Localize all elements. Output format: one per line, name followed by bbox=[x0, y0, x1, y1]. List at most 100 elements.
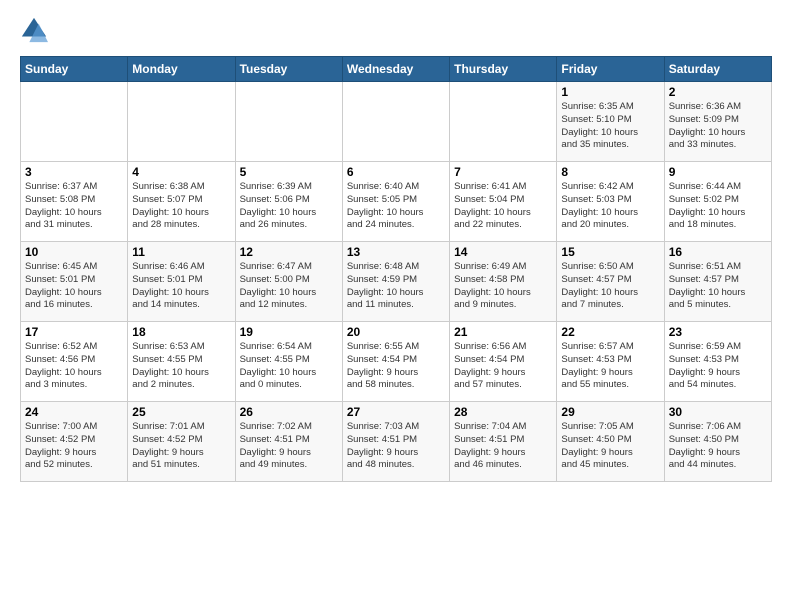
day-number: 4 bbox=[132, 165, 230, 179]
calendar-cell bbox=[342, 82, 449, 162]
calendar-cell: 25 Sunrise: 7:01 AM Sunset: 4:52 PM Dayli… bbox=[128, 402, 235, 482]
calendar-cell: 13Sunrise: 6:48 AM Sunset: 4:59 PM Dayli… bbox=[342, 242, 449, 322]
day-info: Sunrise: 7:01 AM Sunset: 4:52 PM Dayligh… bbox=[132, 421, 230, 472]
weekday-header-sunday: Sunday bbox=[21, 57, 128, 82]
calendar-cell: 11 Sunrise: 6:46 AM Sunset: 5:01 PM Dayli… bbox=[128, 242, 235, 322]
page: SundayMondayTuesdayWednesdayThursdayFrid… bbox=[0, 0, 792, 492]
calendar-cell: 16 Sunrise: 6:51 AM Sunset: 4:57 PM Dayli… bbox=[664, 242, 771, 322]
day-number: 8 bbox=[561, 165, 659, 179]
calendar-week-4: 17 Sunrise: 6:52 AM Sunset: 4:56 PM Dayli… bbox=[21, 322, 772, 402]
day-info: Sunrise: 7:02 AM Sunset: 4:51 PM Dayligh… bbox=[240, 421, 338, 472]
calendar-week-2: 3Sunrise: 6:37 AM Sunset: 5:08 PM Daylig… bbox=[21, 162, 772, 242]
day-info: Sunrise: 6:41 AM Sunset: 5:04 PM Dayligh… bbox=[454, 181, 552, 232]
day-number: 9 bbox=[669, 165, 767, 179]
calendar-table: SundayMondayTuesdayWednesdayThursdayFrid… bbox=[20, 56, 772, 482]
day-number: 2 bbox=[669, 85, 767, 99]
calendar-cell: 19 Sunrise: 6:54 AM Sunset: 4:55 PM Dayli… bbox=[235, 322, 342, 402]
calendar-cell: 27 Sunrise: 7:03 AM Sunset: 4:51 PM Dayli… bbox=[342, 402, 449, 482]
day-info: Sunrise: 6:36 AM Sunset: 5:09 PM Dayligh… bbox=[669, 101, 767, 152]
day-number: 30 bbox=[669, 405, 767, 419]
day-number: 23 bbox=[669, 325, 767, 339]
day-number: 1 bbox=[561, 85, 659, 99]
day-info: Sunrise: 7:03 AM Sunset: 4:51 PM Dayligh… bbox=[347, 421, 445, 472]
day-number: 28 bbox=[454, 405, 552, 419]
calendar-cell: 8 Sunrise: 6:42 AM Sunset: 5:03 PM Daylig… bbox=[557, 162, 664, 242]
day-number: 29 bbox=[561, 405, 659, 419]
day-number: 16 bbox=[669, 245, 767, 259]
day-number: 11 bbox=[132, 245, 230, 259]
day-info: Sunrise: 6:51 AM Sunset: 4:57 PM Dayligh… bbox=[669, 261, 767, 312]
weekday-header-wednesday: Wednesday bbox=[342, 57, 449, 82]
day-number: 26 bbox=[240, 405, 338, 419]
logo bbox=[20, 16, 52, 44]
calendar-cell: 23 Sunrise: 6:59 AM Sunset: 4:53 PM Dayli… bbox=[664, 322, 771, 402]
day-number: 27 bbox=[347, 405, 445, 419]
day-info: Sunrise: 6:46 AM Sunset: 5:01 PM Dayligh… bbox=[132, 261, 230, 312]
calendar-cell: 2 Sunrise: 6:36 AM Sunset: 5:09 PM Daylig… bbox=[664, 82, 771, 162]
calendar-cell bbox=[450, 82, 557, 162]
day-number: 18 bbox=[132, 325, 230, 339]
calendar-cell: 3Sunrise: 6:37 AM Sunset: 5:08 PM Daylig… bbox=[21, 162, 128, 242]
day-number: 6 bbox=[347, 165, 445, 179]
header-area bbox=[20, 16, 772, 44]
day-number: 14 bbox=[454, 245, 552, 259]
day-number: 24 bbox=[25, 405, 123, 419]
day-number: 20 bbox=[347, 325, 445, 339]
day-info: Sunrise: 7:05 AM Sunset: 4:50 PM Dayligh… bbox=[561, 421, 659, 472]
day-number: 15 bbox=[561, 245, 659, 259]
day-info: Sunrise: 6:54 AM Sunset: 4:55 PM Dayligh… bbox=[240, 341, 338, 392]
weekday-header-thursday: Thursday bbox=[450, 57, 557, 82]
day-info: Sunrise: 6:55 AM Sunset: 4:54 PM Dayligh… bbox=[347, 341, 445, 392]
calendar-cell bbox=[21, 82, 128, 162]
calendar-cell: 22Sunrise: 6:57 AM Sunset: 4:53 PM Dayli… bbox=[557, 322, 664, 402]
day-info: Sunrise: 6:42 AM Sunset: 5:03 PM Dayligh… bbox=[561, 181, 659, 232]
weekday-header-monday: Monday bbox=[128, 57, 235, 82]
day-info: Sunrise: 6:44 AM Sunset: 5:02 PM Dayligh… bbox=[669, 181, 767, 232]
day-info: Sunrise: 6:59 AM Sunset: 4:53 PM Dayligh… bbox=[669, 341, 767, 392]
day-info: Sunrise: 6:38 AM Sunset: 5:07 PM Dayligh… bbox=[132, 181, 230, 232]
day-number: 12 bbox=[240, 245, 338, 259]
calendar-cell: 29 Sunrise: 7:05 AM Sunset: 4:50 PM Dayli… bbox=[557, 402, 664, 482]
calendar-cell bbox=[128, 82, 235, 162]
calendar-cell: 10 Sunrise: 6:45 AM Sunset: 5:01 PM Dayli… bbox=[21, 242, 128, 322]
logo-icon bbox=[20, 16, 48, 44]
calendar-cell: 15 Sunrise: 6:50 AM Sunset: 4:57 PM Dayli… bbox=[557, 242, 664, 322]
day-info: Sunrise: 6:50 AM Sunset: 4:57 PM Dayligh… bbox=[561, 261, 659, 312]
calendar-cell: 21 Sunrise: 6:56 AM Sunset: 4:54 PM Dayli… bbox=[450, 322, 557, 402]
calendar-week-1: 1 Sunrise: 6:35 AM Sunset: 5:10 PM Daylig… bbox=[21, 82, 772, 162]
day-number: 3 bbox=[25, 165, 123, 179]
day-number: 5 bbox=[240, 165, 338, 179]
weekday-header-tuesday: Tuesday bbox=[235, 57, 342, 82]
day-info: Sunrise: 6:57 AM Sunset: 4:53 PM Dayligh… bbox=[561, 341, 659, 392]
day-info: Sunrise: 6:45 AM Sunset: 5:01 PM Dayligh… bbox=[25, 261, 123, 312]
calendar-week-3: 10 Sunrise: 6:45 AM Sunset: 5:01 PM Dayli… bbox=[21, 242, 772, 322]
day-info: Sunrise: 7:04 AM Sunset: 4:51 PM Dayligh… bbox=[454, 421, 552, 472]
day-number: 19 bbox=[240, 325, 338, 339]
calendar-cell: 26 Sunrise: 7:02 AM Sunset: 4:51 PM Dayli… bbox=[235, 402, 342, 482]
calendar-cell: 30Sunrise: 7:06 AM Sunset: 4:50 PM Dayli… bbox=[664, 402, 771, 482]
calendar-cell: 1 Sunrise: 6:35 AM Sunset: 5:10 PM Daylig… bbox=[557, 82, 664, 162]
day-number: 13 bbox=[347, 245, 445, 259]
day-info: Sunrise: 6:49 AM Sunset: 4:58 PM Dayligh… bbox=[454, 261, 552, 312]
day-number: 21 bbox=[454, 325, 552, 339]
day-info: Sunrise: 6:47 AM Sunset: 5:00 PM Dayligh… bbox=[240, 261, 338, 312]
day-info: Sunrise: 7:00 AM Sunset: 4:52 PM Dayligh… bbox=[25, 421, 123, 472]
day-info: Sunrise: 6:35 AM Sunset: 5:10 PM Dayligh… bbox=[561, 101, 659, 152]
day-number: 25 bbox=[132, 405, 230, 419]
calendar-cell: 24 Sunrise: 7:00 AM Sunset: 4:52 PM Dayli… bbox=[21, 402, 128, 482]
calendar-cell: 14 Sunrise: 6:49 AM Sunset: 4:58 PM Dayli… bbox=[450, 242, 557, 322]
day-info: Sunrise: 6:56 AM Sunset: 4:54 PM Dayligh… bbox=[454, 341, 552, 392]
day-info: Sunrise: 6:39 AM Sunset: 5:06 PM Dayligh… bbox=[240, 181, 338, 232]
day-number: 17 bbox=[25, 325, 123, 339]
calendar-cell: 9 Sunrise: 6:44 AM Sunset: 5:02 PM Daylig… bbox=[664, 162, 771, 242]
calendar-week-5: 24 Sunrise: 7:00 AM Sunset: 4:52 PM Dayli… bbox=[21, 402, 772, 482]
day-number: 10 bbox=[25, 245, 123, 259]
weekday-header-saturday: Saturday bbox=[664, 57, 771, 82]
day-info: Sunrise: 6:53 AM Sunset: 4:55 PM Dayligh… bbox=[132, 341, 230, 392]
day-info: Sunrise: 6:52 AM Sunset: 4:56 PM Dayligh… bbox=[25, 341, 123, 392]
calendar-cell: 28 Sunrise: 7:04 AM Sunset: 4:51 PM Dayli… bbox=[450, 402, 557, 482]
calendar-cell: 20 Sunrise: 6:55 AM Sunset: 4:54 PM Dayli… bbox=[342, 322, 449, 402]
day-number: 7 bbox=[454, 165, 552, 179]
calendar-cell bbox=[235, 82, 342, 162]
calendar-cell: 6Sunrise: 6:40 AM Sunset: 5:05 PM Daylig… bbox=[342, 162, 449, 242]
